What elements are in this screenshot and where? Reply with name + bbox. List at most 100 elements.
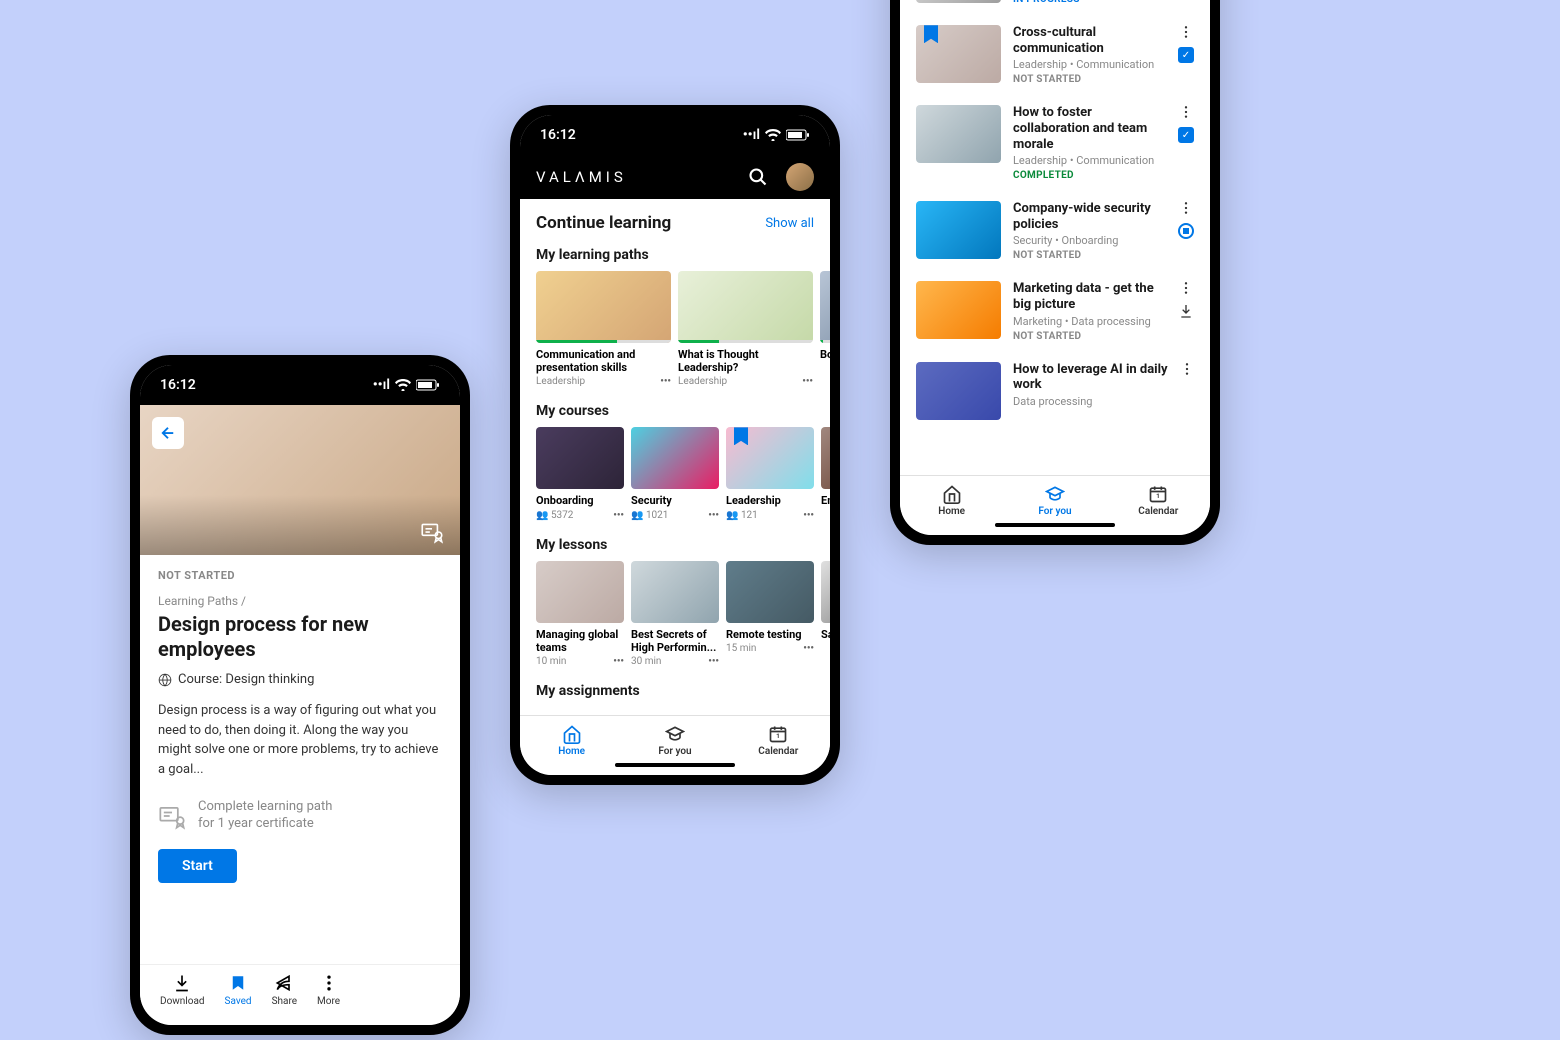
show-all-link[interactable]: Show all bbox=[765, 216, 814, 231]
nav-calendar[interactable]: 1 Calendar bbox=[1107, 476, 1210, 525]
calendar-icon: 1 bbox=[768, 724, 788, 744]
lessons-title: My lessons bbox=[520, 531, 830, 561]
learning-paths-row: Communication and presentation skills Le… bbox=[520, 271, 830, 387]
avatar[interactable] bbox=[786, 163, 814, 191]
search-icon[interactable] bbox=[748, 167, 768, 187]
signal-icon: ••ıl bbox=[743, 127, 760, 143]
lesson-card[interactable]: Remote testing 15 min••• bbox=[726, 561, 814, 667]
cert-line-2: for 1 year certificate bbox=[198, 816, 332, 833]
status-time: 16:12 bbox=[540, 127, 576, 143]
course-card[interactable]: Onboarding 👥 5372••• bbox=[536, 427, 624, 520]
list-item[interactable]: Company-wide security policies Security … bbox=[900, 191, 1210, 271]
home-icon bbox=[942, 484, 962, 504]
phone-home-view: 16:12 ••ıl VALΛMIS Continue learning Sho… bbox=[510, 105, 840, 785]
lesson-card[interactable]: Sa bbox=[821, 561, 830, 667]
download-icon[interactable] bbox=[1178, 303, 1194, 319]
course-info: Course: Design thinking bbox=[158, 672, 442, 687]
home-scroll[interactable]: Continue learning Show all My learning p… bbox=[520, 199, 830, 725]
status-bar: 16:12 ••ıl bbox=[520, 115, 830, 155]
cert-line-1: Complete learning path bbox=[198, 799, 332, 816]
back-button[interactable] bbox=[152, 417, 184, 449]
lessons-row: Managing global teams 10 min••• Best Sec… bbox=[520, 561, 830, 667]
more-dots-icon[interactable]: ••• bbox=[708, 510, 719, 521]
status-indicators: ••ıl bbox=[743, 127, 810, 143]
bookmark-ribbon-icon bbox=[924, 25, 938, 43]
more-dots-icon[interactable]: ••• bbox=[613, 510, 624, 521]
start-button[interactable]: Start bbox=[158, 849, 237, 883]
nav-home[interactable]: Home bbox=[900, 476, 1003, 525]
phone-detail-view: 16:12 ••ıl NOT STARTED Learning Paths / … bbox=[130, 355, 470, 1035]
nav-calendar[interactable]: 1 Calendar bbox=[727, 716, 830, 765]
list-scroll[interactable]: Design thinking in business Leadership •… bbox=[900, 0, 1210, 475]
status-bar: 16:12 ••ıl bbox=[140, 365, 460, 405]
path-card[interactable]: What is Thought Leadership? Leadership••… bbox=[678, 271, 813, 387]
path-card[interactable]: Communication and presentation skills Le… bbox=[536, 271, 671, 387]
detail-content: NOT STARTED Learning Paths / Design proc… bbox=[140, 555, 460, 897]
more-dots-icon[interactable]: ••• bbox=[803, 643, 814, 654]
stop-icon[interactable] bbox=[1178, 223, 1194, 239]
course-card[interactable]: Leadership 👥 121••• bbox=[726, 427, 814, 520]
more-action[interactable]: More bbox=[307, 973, 350, 1007]
home-indicator bbox=[995, 523, 1115, 527]
download-icon bbox=[172, 973, 192, 993]
course-card[interactable]: Security 👥 1021••• bbox=[631, 427, 719, 520]
breadcrumb[interactable]: Learning Paths / bbox=[158, 594, 442, 608]
share-icon bbox=[274, 973, 294, 993]
calendar-icon: 1 bbox=[1148, 484, 1168, 504]
graduation-icon bbox=[1045, 484, 1065, 504]
app-logo: VALΛMIS bbox=[536, 168, 627, 186]
more-vertical-icon bbox=[319, 973, 339, 993]
kebab-icon[interactable] bbox=[1179, 201, 1193, 215]
nav-foryou[interactable]: For you bbox=[1003, 476, 1106, 525]
home-icon bbox=[562, 724, 582, 744]
check-icon[interactable]: ✓ bbox=[1178, 47, 1194, 63]
more-dots-icon[interactable]: ••• bbox=[803, 510, 814, 521]
battery-icon bbox=[416, 379, 440, 391]
status-time: 16:12 bbox=[160, 377, 196, 393]
phone-list-view: Design thinking in business Leadership •… bbox=[890, 0, 1220, 545]
wifi-icon bbox=[765, 129, 781, 141]
nav-home[interactable]: Home bbox=[520, 716, 623, 765]
more-dots-icon[interactable]: ••• bbox=[613, 656, 624, 667]
description: Design process is a way of figuring out … bbox=[158, 701, 442, 779]
download-action[interactable]: Download bbox=[150, 973, 215, 1007]
course-label: Course: Design thinking bbox=[178, 672, 314, 687]
home-indicator bbox=[615, 763, 735, 767]
lesson-card[interactable]: Managing global teams 10 min••• bbox=[536, 561, 624, 667]
more-dots-icon[interactable]: ••• bbox=[708, 656, 719, 667]
certificate-badge-icon bbox=[419, 519, 445, 545]
svg-text:1: 1 bbox=[1156, 492, 1160, 500]
lesson-card[interactable]: Best Secrets of High Performin... 30 min… bbox=[631, 561, 719, 667]
wifi-icon bbox=[395, 379, 411, 391]
signal-icon: ••ıl bbox=[373, 377, 390, 393]
course-card[interactable]: En bbox=[821, 427, 830, 520]
kebab-icon[interactable] bbox=[1179, 25, 1193, 39]
list-item[interactable]: Cross-cultural communication Leadership … bbox=[900, 15, 1210, 95]
list-item[interactable]: How to leverage AI in daily work Data pr… bbox=[900, 352, 1210, 430]
battery-icon bbox=[786, 129, 810, 141]
kebab-icon[interactable] bbox=[1179, 105, 1193, 119]
more-dots-icon[interactable]: ••• bbox=[802, 376, 813, 387]
courses-title: My courses bbox=[520, 397, 830, 427]
graduation-icon bbox=[665, 724, 685, 744]
list-item[interactable]: Marketing data - get the big picture Mar… bbox=[900, 271, 1210, 351]
kebab-icon[interactable] bbox=[1180, 362, 1194, 376]
share-action[interactable]: Share bbox=[262, 973, 307, 1007]
saved-action[interactable]: Saved bbox=[215, 973, 262, 1007]
list-item[interactable]: How to foster collaboration and team mor… bbox=[900, 95, 1210, 191]
certificate-icon bbox=[158, 802, 186, 830]
list-item[interactable]: Design thinking in business Leadership •… bbox=[900, 0, 1210, 15]
globe-icon bbox=[158, 673, 172, 687]
kebab-icon[interactable] bbox=[1179, 281, 1193, 295]
path-card[interactable]: Bo bbox=[820, 271, 830, 387]
assignments-title: My assignments bbox=[520, 677, 830, 707]
nav-foryou[interactable]: For you bbox=[623, 716, 726, 765]
app-header: VALΛMIS bbox=[520, 155, 830, 199]
check-icon[interactable]: ✓ bbox=[1178, 127, 1194, 143]
bookmark-icon bbox=[229, 973, 247, 993]
svg-text:1: 1 bbox=[776, 732, 780, 740]
certificate-info: Complete learning path for 1 year certif… bbox=[158, 799, 442, 833]
more-dots-icon[interactable]: ••• bbox=[660, 376, 671, 387]
continue-learning-title: Continue learning bbox=[536, 213, 671, 233]
arrow-left-icon bbox=[159, 424, 177, 442]
